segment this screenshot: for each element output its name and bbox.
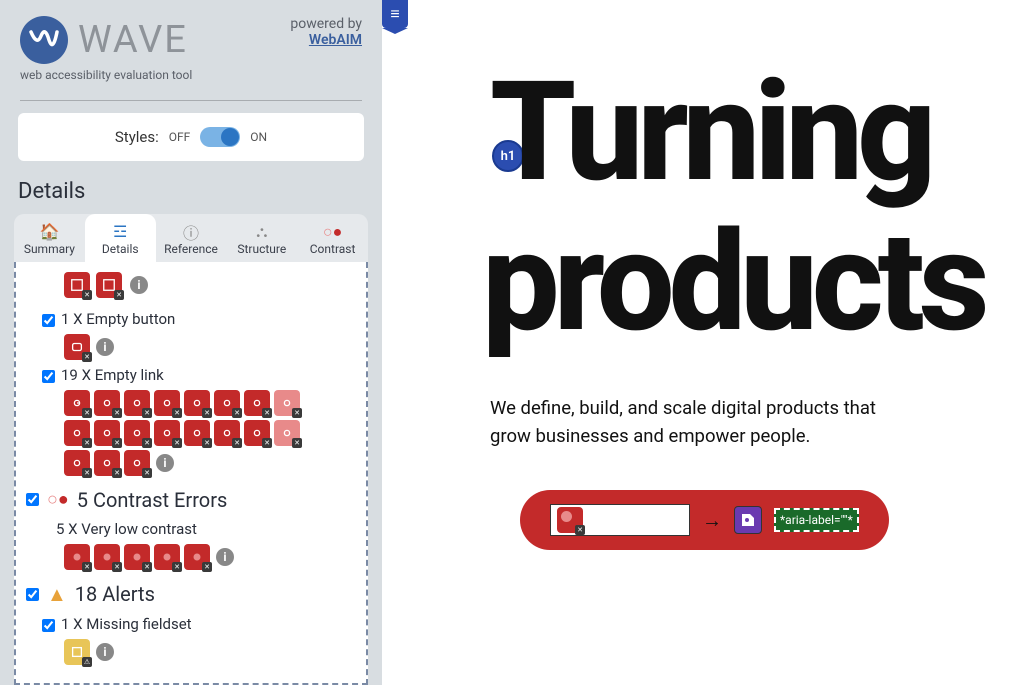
contrast-error-icon[interactable] (184, 544, 210, 570)
link-error-icon[interactable] (274, 390, 300, 416)
subtext: We define, build, and scale digital prod… (490, 395, 876, 451)
list-icon: ☲ (87, 222, 154, 242)
checkbox-contrast-section[interactable] (26, 493, 39, 506)
info-icon[interactable]: i (216, 548, 234, 566)
link-error-icon[interactable] (274, 420, 300, 446)
details-body[interactable]: i 1 X Empty button i 19 X Empty link (14, 262, 368, 685)
home-icon: 🏠 (16, 222, 83, 242)
link-error-icon[interactable] (184, 420, 210, 446)
link-error-icon[interactable] (94, 390, 120, 416)
tab-details[interactable]: ☲Details (85, 214, 156, 262)
styles-toggle[interactable] (200, 127, 240, 147)
link-error-icon[interactable] (214, 420, 240, 446)
issue-empty-link: 19 X Empty link (26, 362, 356, 388)
contrast-icon: ○● (299, 222, 366, 242)
link-error-icon[interactable] (64, 450, 90, 476)
checkbox-empty-link[interactable] (42, 370, 55, 383)
info-icon[interactable]: i (96, 338, 114, 356)
link-error-icon[interactable] (214, 390, 240, 416)
tab-structure[interactable]: ⛬Structure (226, 214, 297, 262)
empty-link-icons: i (26, 388, 326, 478)
arrow-icon: → (702, 508, 722, 533)
brand-tagline: web accessibility evaluation tool (20, 68, 192, 82)
link-error-icon[interactable] (154, 390, 180, 416)
brand-name: WAVE (78, 18, 188, 62)
styles-toggle-bar: Styles: OFF ON (18, 113, 364, 161)
styles-off-text: OFF (169, 130, 191, 144)
aria-badge-icon[interactable] (734, 506, 762, 534)
info-icon[interactable]: i (96, 643, 114, 661)
divider (20, 100, 362, 101)
structure-tag-icon[interactable]: ≡ (382, 0, 408, 28)
contrast-section-icon: ○● (47, 489, 69, 510)
link-error-icon[interactable] (94, 450, 120, 476)
cta-button[interactable]: → *aria-label=""* (520, 490, 889, 550)
alert-section-icon: ▲ (47, 582, 67, 607)
tab-contrast[interactable]: ○●Contrast (297, 214, 368, 262)
info-icon[interactable]: i (130, 276, 148, 294)
contrast-error-icon[interactable] (154, 544, 180, 570)
tab-reference[interactable]: ⓘReference (156, 214, 227, 262)
link-error-icon[interactable] (184, 390, 210, 416)
contrast-error-icon[interactable] (557, 507, 583, 533)
wave-sidebar: WAVE web accessibility evaluation tool p… (0, 0, 382, 685)
powered-by-text: powered by (290, 16, 362, 32)
link-error-icon[interactable] (124, 420, 150, 446)
info-icon[interactable]: i (156, 454, 174, 472)
section-contrast: ○● 5 Contrast Errors (26, 478, 356, 516)
contrast-error-icon[interactable] (94, 544, 120, 570)
tab-bar: 🏠Summary ☲Details ⓘReference ⛬Structure … (14, 214, 368, 262)
checkbox-empty-button[interactable] (42, 314, 55, 327)
cta-input-box (550, 504, 690, 536)
error-icon[interactable] (64, 334, 90, 360)
aria-label-overlay[interactable]: *aria-label=""* (774, 508, 859, 532)
link-error-icon[interactable] (244, 390, 270, 416)
alert-icon[interactable] (64, 639, 90, 665)
info-icon: ⓘ (158, 222, 225, 242)
issue-missing-fieldset: 1 X Missing fieldset (26, 611, 356, 637)
link-error-icon[interactable] (124, 450, 150, 476)
webaim-link[interactable]: WebAIM (309, 32, 362, 48)
error-icon[interactable] (96, 272, 122, 298)
tree-icon: ⛬ (228, 222, 295, 242)
sidebar-header: WAVE web accessibility evaluation tool p… (0, 0, 382, 92)
link-error-icon[interactable] (244, 420, 270, 446)
issue-empty-button: 1 X Empty button (26, 306, 356, 332)
checkbox-alerts-section[interactable] (26, 588, 39, 601)
headline-line2: products (482, 210, 984, 355)
contrast-error-icon[interactable] (64, 544, 90, 570)
link-error-icon[interactable] (64, 420, 90, 446)
contrast-error-icon[interactable] (124, 544, 150, 570)
link-error-icon[interactable] (94, 420, 120, 446)
styles-label: Styles: (115, 128, 159, 146)
link-error-icon[interactable] (124, 390, 150, 416)
panel-title: Details (0, 173, 382, 214)
section-alerts: ▲ 18 Alerts (26, 572, 356, 611)
page-preview: ≡ h1 Turning products We define, build, … (382, 0, 1016, 685)
brand-block: WAVE web accessibility evaluation tool (20, 16, 192, 82)
wave-logo-icon (20, 16, 68, 64)
link-error-icon[interactable] (154, 420, 180, 446)
tab-summary[interactable]: 🏠Summary (14, 214, 85, 262)
error-icon[interactable] (64, 272, 90, 298)
headline-line1: Turning (490, 60, 930, 205)
checkbox-missing-fieldset[interactable] (42, 619, 55, 632)
link-error-icon[interactable] (64, 390, 90, 416)
styles-on-text: ON (250, 130, 267, 144)
powered-by-block: powered by WebAIM (290, 16, 362, 48)
